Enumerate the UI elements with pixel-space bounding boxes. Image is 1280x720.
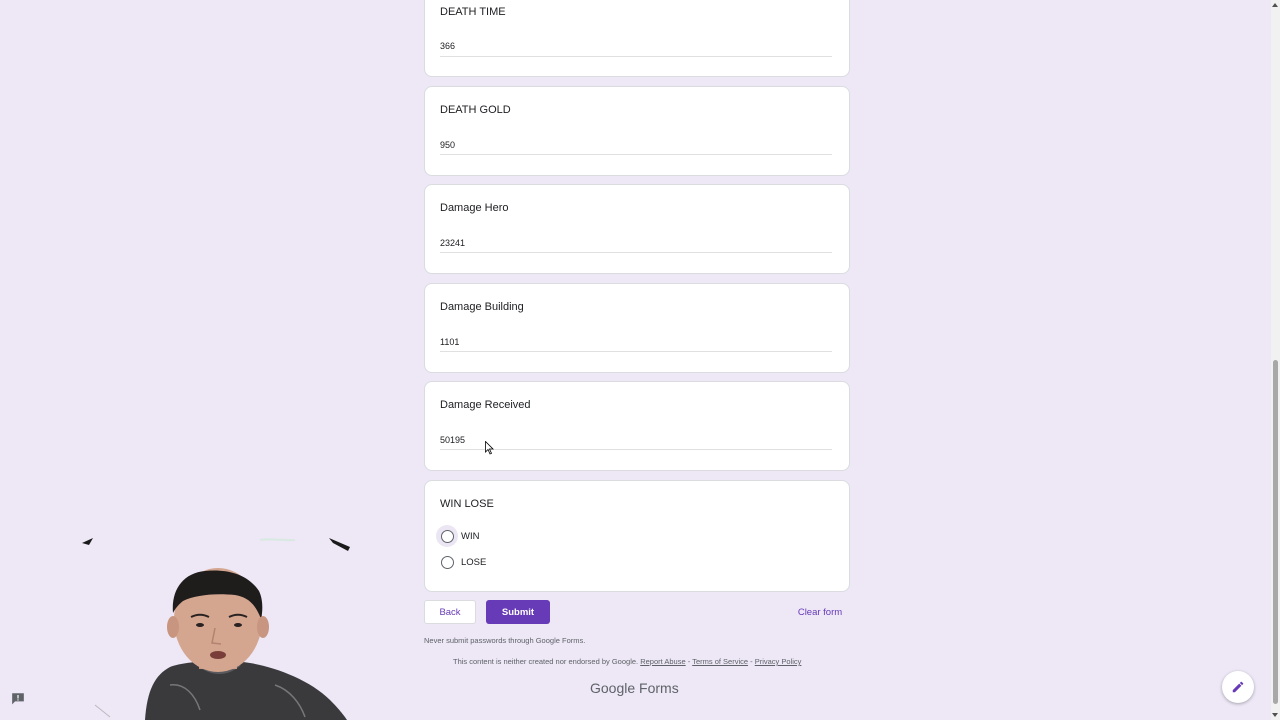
brand-google: Google bbox=[590, 680, 636, 696]
question-card-damage-hero: Damage Hero 23241 bbox=[424, 184, 850, 274]
report-abuse-link[interactable]: Report Abuse bbox=[640, 657, 685, 666]
answer-underline bbox=[440, 351, 832, 352]
scroll-down-arrow-icon[interactable] bbox=[1272, 713, 1278, 717]
privacy-link[interactable]: Privacy Policy bbox=[755, 657, 802, 666]
question-title: WIN LOSE bbox=[440, 498, 494, 510]
report-problem-icon[interactable] bbox=[11, 692, 25, 705]
answer-field[interactable]: 950 bbox=[440, 140, 455, 150]
question-title: DEATH TIME bbox=[440, 6, 506, 18]
separator: - bbox=[748, 657, 755, 666]
radio-option-win[interactable]: WIN bbox=[436, 525, 480, 547]
answer-underline bbox=[440, 449, 832, 450]
google-forms-logo[interactable]: Google Forms bbox=[590, 680, 679, 696]
question-title: Damage Received bbox=[440, 399, 531, 411]
question-card-win-lose: WIN LOSE WIN LOSE bbox=[424, 480, 850, 592]
webcam-overlay bbox=[75, 535, 365, 720]
brand-forms: Forms bbox=[639, 680, 679, 696]
radio-label-lose: LOSE bbox=[461, 556, 487, 568]
terms-link[interactable]: Terms of Service bbox=[692, 657, 748, 666]
radio-label-win: WIN bbox=[461, 530, 480, 542]
question-card-damage-building: Damage Building 1101 bbox=[424, 283, 850, 373]
answer-underline bbox=[440, 252, 832, 253]
radio-option-lose[interactable]: LOSE bbox=[440, 552, 486, 572]
question-card-death-gold: DEATH GOLD 950 bbox=[424, 86, 850, 176]
page-scrollbar[interactable] bbox=[1271, 0, 1280, 720]
disclaimer-text: This content is neither created nor endo… bbox=[453, 657, 639, 666]
answer-underline bbox=[440, 56, 832, 57]
question-title: Damage Hero bbox=[440, 202, 509, 214]
answer-field[interactable]: 50195 bbox=[440, 435, 465, 445]
scroll-up-arrow-icon[interactable] bbox=[1272, 3, 1278, 7]
radio-button-win[interactable] bbox=[436, 525, 458, 547]
answer-underline bbox=[440, 154, 832, 155]
back-button[interactable]: Back bbox=[424, 600, 476, 624]
answer-field[interactable]: 23241 bbox=[440, 238, 465, 248]
answer-field[interactable]: 366 bbox=[440, 41, 455, 51]
clear-form-button[interactable]: Clear form bbox=[790, 600, 850, 624]
radio-button-lose[interactable] bbox=[436, 551, 458, 573]
edit-form-button[interactable] bbox=[1222, 671, 1254, 703]
question-card-damage-received: Damage Received 50195 bbox=[424, 381, 850, 471]
password-warning: Never submit passwords through Google Fo… bbox=[424, 636, 586, 645]
question-title: DEATH GOLD bbox=[440, 104, 511, 116]
presenter-video-icon bbox=[82, 538, 350, 720]
scroll-thumb[interactable] bbox=[1273, 360, 1278, 704]
answer-field[interactable]: 1101 bbox=[440, 337, 459, 347]
pencil-icon bbox=[1232, 681, 1244, 693]
mouse-cursor-icon bbox=[485, 441, 494, 455]
question-card-death-time: DEATH TIME 366 bbox=[424, 0, 850, 77]
submit-button[interactable]: Submit bbox=[486, 600, 550, 624]
question-title: Damage Building bbox=[440, 301, 524, 313]
